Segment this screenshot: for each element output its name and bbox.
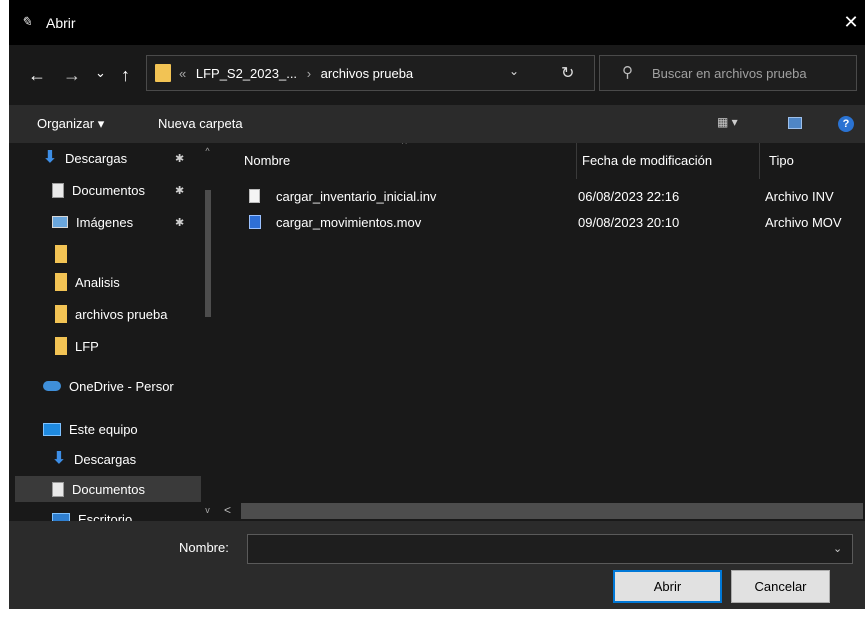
breadcrumb-separator: › bbox=[306, 66, 312, 81]
pin-icon: ✱ bbox=[175, 216, 185, 229]
file-icon bbox=[249, 189, 260, 203]
nav-item-label: Descargas bbox=[65, 150, 128, 166]
nav-item-lfp[interactable]: LFP bbox=[55, 333, 201, 359]
nav-item-label: Documentos bbox=[72, 481, 145, 497]
folder-icon bbox=[155, 64, 171, 82]
download-icon: ⬇ bbox=[52, 450, 66, 467]
document-icon bbox=[52, 182, 64, 198]
refresh-button[interactable]: ↻ bbox=[561, 63, 574, 83]
computer-icon bbox=[43, 422, 61, 436]
nav-item-unnamed-folder[interactable] bbox=[55, 241, 201, 267]
file-list: Nombre ^ Fecha de modificación Tipo carg… bbox=[214, 143, 865, 500]
open-file-dialog: ✎ Abrir ✕ ← → ⌄ ↑ « LFP_S2_2023_... › ar… bbox=[9, 0, 865, 609]
nav-item-label: Escritorio bbox=[78, 511, 133, 522]
nav-item-label: OneDrive - Persor bbox=[69, 378, 174, 394]
filename-label: Nombre: bbox=[179, 540, 229, 555]
desktop-icon bbox=[52, 512, 70, 521]
scrollbar-thumb[interactable] bbox=[241, 503, 863, 519]
nav-item-label: Imágenes bbox=[76, 214, 134, 230]
column-header-modified[interactable]: Fecha de modificación bbox=[582, 143, 712, 179]
dialog-footer: Nombre: ⌄ Abrir Cancelar bbox=[9, 521, 865, 609]
navigation-bar: ← → ⌄ ↑ « LFP_S2_2023_... › archivos pru… bbox=[9, 45, 865, 105]
pictures-icon bbox=[52, 216, 68, 228]
scroll-down-icon[interactable]: v bbox=[201, 505, 214, 515]
file-row[interactable]: cargar_movimientos.mov 09/08/2023 20:10 … bbox=[234, 212, 865, 234]
filename-combobox[interactable]: ⌄ bbox=[247, 534, 853, 564]
breadcrumb-item-current[interactable]: archivos prueba bbox=[321, 66, 414, 81]
organize-button[interactable]: Organizar ▾ bbox=[37, 116, 104, 132]
nav-item-documentos-pc[interactable]: Documentos bbox=[15, 476, 201, 502]
nav-item-documentos-quick[interactable]: Documentos ✱ bbox=[52, 177, 201, 203]
help-button[interactable]: ? bbox=[838, 116, 854, 132]
preview-pane-icon[interactable] bbox=[788, 117, 802, 129]
file-name: cargar_inventario_inicial.inv bbox=[276, 189, 437, 204]
download-icon: ⬇ bbox=[43, 149, 57, 166]
nav-item-este-equipo[interactable]: Este equipo bbox=[43, 416, 201, 442]
forward-button[interactable]: → bbox=[63, 63, 81, 87]
address-bar[interactable]: « LFP_S2_2023_... › archivos prueba ⌄ ↻ bbox=[146, 55, 595, 91]
scroll-left-icon[interactable]: < bbox=[224, 503, 231, 517]
onedrive-icon bbox=[43, 381, 61, 391]
file-list-horizontal-scrollbar[interactable]: < bbox=[214, 500, 865, 521]
folder-icon bbox=[55, 337, 67, 355]
breadcrumb-item[interactable]: LFP_S2_2023_... bbox=[196, 66, 297, 81]
sort-ascending-icon: ^ bbox=[402, 143, 407, 150]
nav-item-label: Este equipo bbox=[69, 421, 138, 437]
nav-item-descargas-pc[interactable]: ⬇ Descargas bbox=[52, 446, 201, 472]
file-type: Archivo MOV bbox=[765, 215, 842, 230]
file-modified: 09/08/2023 20:10 bbox=[578, 215, 680, 230]
folder-icon bbox=[55, 245, 67, 263]
scroll-up-icon[interactable]: ^ bbox=[201, 146, 214, 156]
document-icon bbox=[52, 481, 64, 497]
breadcrumb: « LFP_S2_2023_... › archivos prueba bbox=[179, 66, 413, 81]
nav-item-label: Documentos bbox=[72, 182, 145, 198]
nav-item-escritorio[interactable]: Escritorio bbox=[52, 506, 201, 521]
file-modified: 06/08/2023 22:16 bbox=[578, 189, 680, 204]
filename-input[interactable] bbox=[248, 535, 830, 563]
chevron-down-icon[interactable]: ⌄ bbox=[833, 542, 842, 555]
nav-item-archivos-prueba[interactable]: archivos prueba bbox=[55, 301, 201, 327]
pin-icon: ✱ bbox=[175, 184, 185, 197]
column-header-type[interactable]: Tipo bbox=[769, 143, 794, 179]
search-input[interactable]: Buscar en archivos prueba bbox=[652, 66, 807, 81]
folder-icon bbox=[55, 273, 67, 291]
recent-locations-button[interactable]: ⌄ bbox=[95, 61, 106, 85]
cancel-button[interactable]: Cancelar bbox=[731, 570, 830, 603]
search-icon: ⚲ bbox=[622, 64, 633, 81]
column-header-name[interactable]: Nombre bbox=[244, 143, 290, 179]
nav-item-descargas-quick[interactable]: ⬇ Descargas ✱ bbox=[43, 145, 201, 171]
scrollbar-thumb[interactable] bbox=[205, 190, 211, 317]
pin-icon: ✱ bbox=[175, 152, 185, 165]
file-type: Archivo INV bbox=[765, 189, 834, 204]
file-row[interactable]: cargar_inventario_inicial.inv 06/08/2023… bbox=[234, 186, 865, 208]
close-button[interactable]: ✕ bbox=[839, 10, 863, 34]
column-divider[interactable] bbox=[576, 143, 577, 179]
nav-item-onedrive[interactable]: OneDrive - Persor bbox=[43, 373, 201, 399]
breadcrumb-overflow[interactable]: « bbox=[179, 66, 186, 81]
nav-item-label: Descargas bbox=[74, 451, 137, 467]
view-options-button[interactable]: ▦ ▾ bbox=[717, 115, 738, 129]
navigation-scrollbar[interactable]: ^ v bbox=[201, 143, 214, 521]
nav-item-imagenes[interactable]: Imágenes ✱ bbox=[52, 209, 201, 235]
command-bar: Organizar ▾ Nueva carpeta ▦ ▾ ? bbox=[9, 105, 865, 143]
search-box[interactable]: ⚲ Buscar en archivos prueba bbox=[599, 55, 857, 91]
back-button[interactable]: ← bbox=[28, 63, 46, 87]
feather-icon: ✎ bbox=[21, 14, 32, 29]
chevron-down-icon[interactable]: ⌄ bbox=[509, 64, 519, 78]
nav-item-analisis[interactable]: Analisis bbox=[55, 269, 201, 295]
file-name: cargar_movimientos.mov bbox=[276, 215, 422, 230]
navigation-pane: ⬇ Descargas ✱ Documentos ✱ Imágenes ✱ An… bbox=[9, 143, 214, 521]
nav-item-label: Analisis bbox=[75, 274, 120, 290]
new-folder-button[interactable]: Nueva carpeta bbox=[158, 116, 243, 131]
nav-item-label: LFP bbox=[75, 338, 99, 354]
window-title: Abrir bbox=[46, 15, 76, 31]
up-button[interactable]: ↑ bbox=[121, 63, 130, 87]
column-divider[interactable] bbox=[759, 143, 760, 179]
media-file-icon bbox=[249, 215, 261, 229]
open-button[interactable]: Abrir bbox=[613, 570, 722, 603]
nav-item-label: archivos prueba bbox=[75, 306, 168, 322]
folder-icon bbox=[55, 305, 67, 323]
title-bar: ✎ Abrir ✕ bbox=[9, 0, 865, 45]
